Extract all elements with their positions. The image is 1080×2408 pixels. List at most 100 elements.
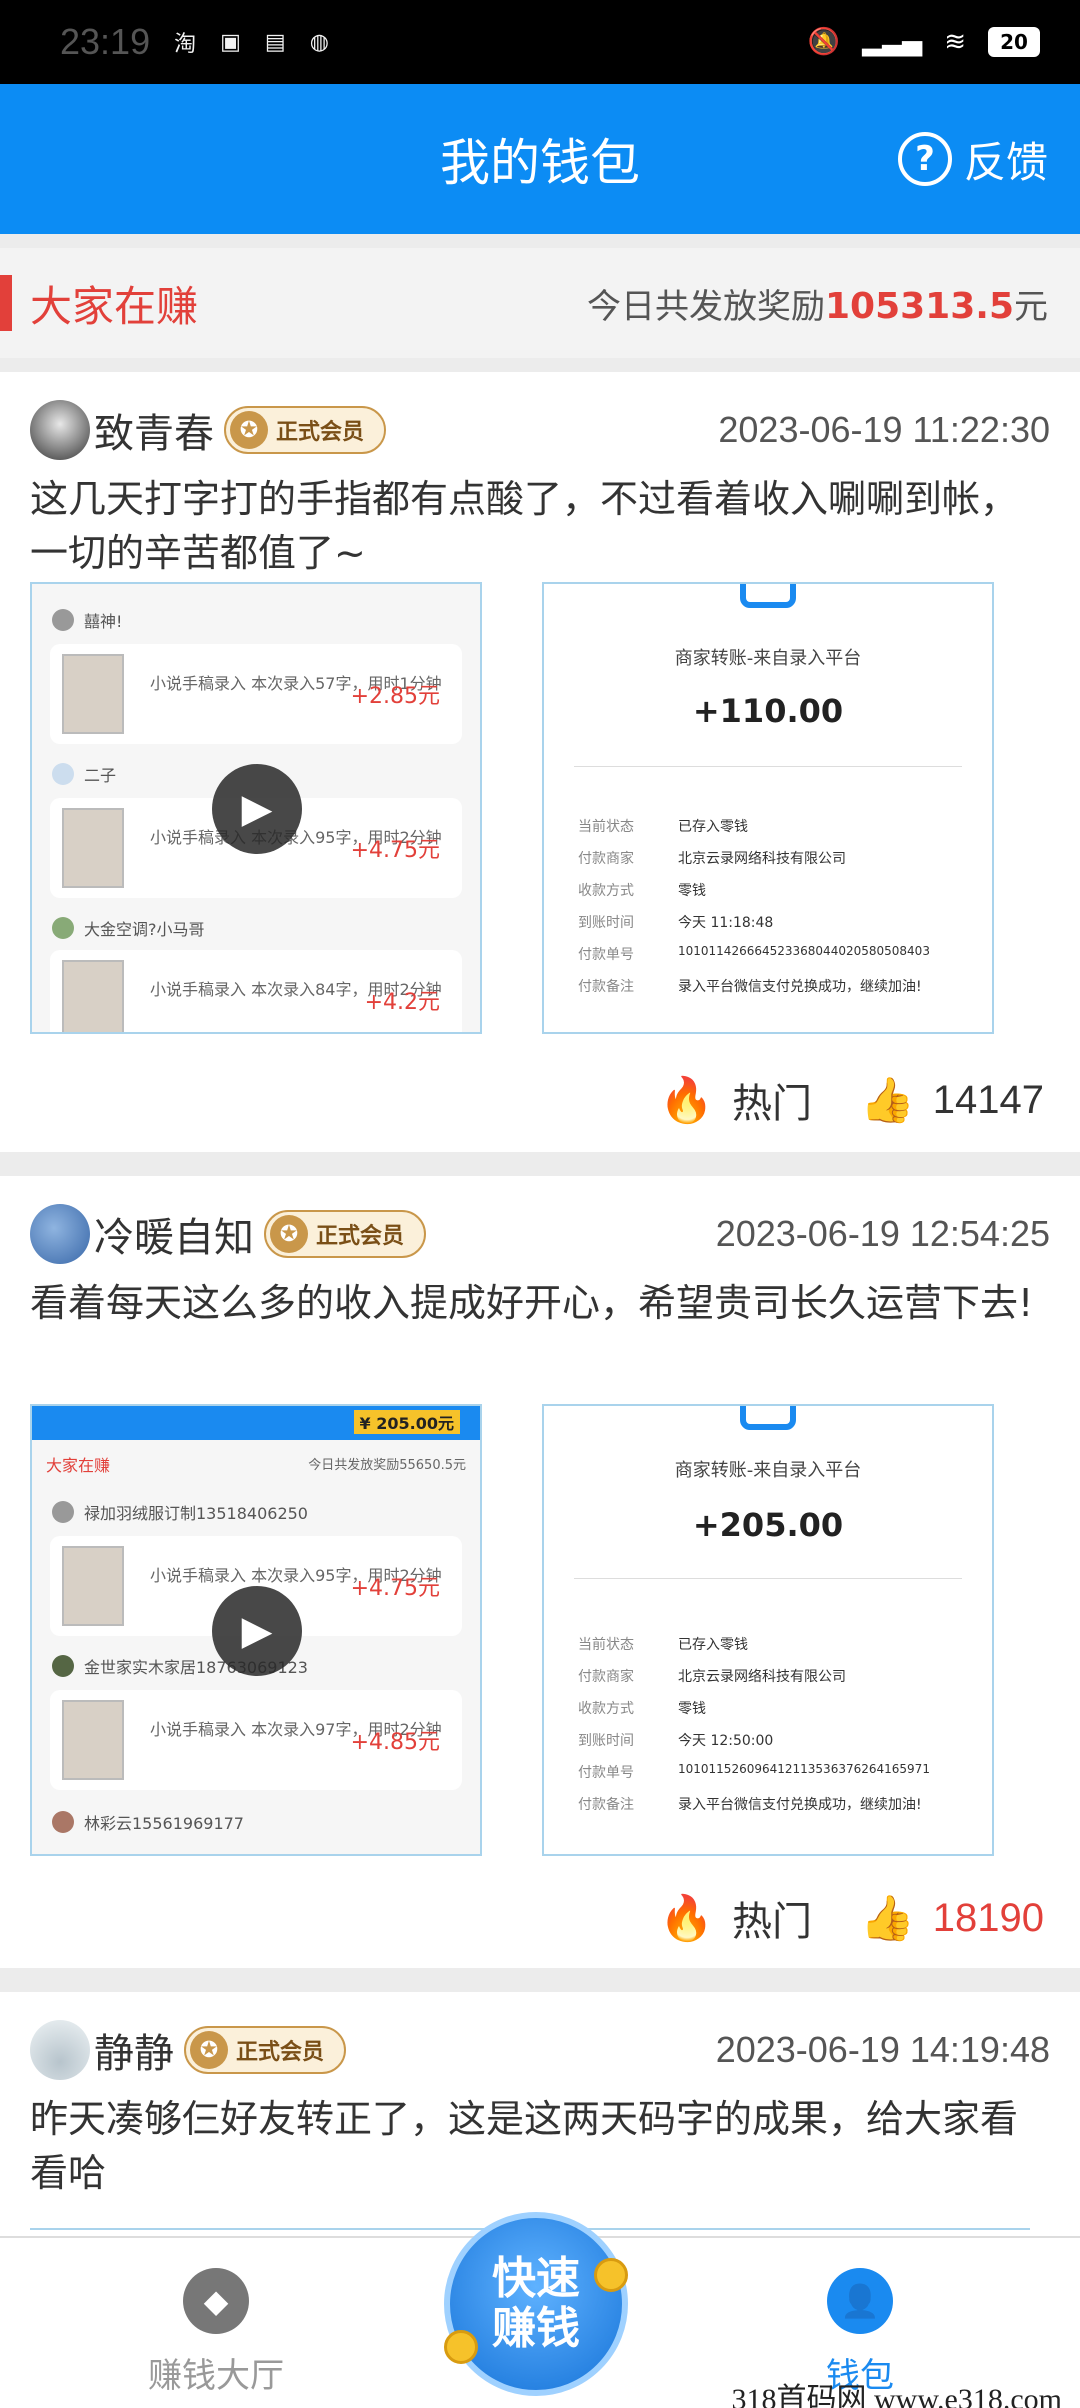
- play-icon[interactable]: ▶: [212, 1586, 302, 1676]
- like-count: 18190: [932, 1895, 1044, 1940]
- wallet-icon: [740, 1406, 796, 1430]
- quick-earn-line1: 快速: [492, 2253, 580, 2304]
- receipt-row: 付款商家 北京云录网络科技有限公司: [578, 1666, 846, 1686]
- receipt-key: 付款商家: [578, 1669, 634, 1685]
- receipt-value: 北京云录网络科技有限公司: [678, 851, 846, 867]
- feed-user-name: 大金空调?小马哥: [84, 920, 205, 939]
- post-content: 这几天打字打的手指都有点酸了，不过看着收入唰唰到帐，一切的辛苦都值了~: [30, 477, 1019, 575]
- feed-row-amount: +4.85元: [350, 1730, 440, 1755]
- receipt-row: 当前状态 已存入零钱: [578, 1634, 748, 1654]
- feed-row: 小说手稿录入 本次录入84字，用时2分钟 +4.2元: [50, 950, 462, 1032]
- medal-icon: ✪: [230, 411, 268, 449]
- app-header: 我的钱包 ? 反馈: [0, 84, 1080, 234]
- receipt-key: 付款备注: [578, 979, 634, 995]
- feed-row-amount: +2.85元: [350, 684, 440, 709]
- medal-icon: ✪: [190, 2031, 228, 2069]
- status-time: 23:19: [60, 21, 151, 62]
- avatar: [52, 1501, 74, 1523]
- post-content: 昨天凑够仨好友转正了，这是这两天码字的成果，给大家看看哈: [30, 2097, 1019, 2195]
- feed-user-name: 囍神!: [84, 612, 123, 631]
- receipt-amount: +205.00: [692, 1506, 844, 1544]
- post-image[interactable]: 商家转账-来自录入平台 +110.00 当前状态 已存入零钱 付款商家 北京云录网络…: [542, 582, 994, 1034]
- badge-label: 正式会员: [236, 2040, 325, 2065]
- receipt-value: 零钱: [678, 1701, 706, 1717]
- receipt-key: 付款单号: [578, 1765, 634, 1781]
- battery-icon: 20: [988, 27, 1040, 57]
- avatar[interactable]: [30, 400, 90, 460]
- signal-icon: ▂▃▄: [862, 27, 923, 57]
- member-badge: ✪ 正式会员: [184, 2026, 347, 2074]
- hot-label: 热门: [731, 1081, 812, 1127]
- status-bar: 23:19 淘 ▣ ▤ ◍ 🔕 ▂▃▄ ≋ 20: [0, 0, 1080, 84]
- post-video-thumbnail[interactable]: ¥ 205.00元 大家在赚 今日共发放奖励55650.5元 禄加羽绒服订制13…: [30, 1404, 482, 1856]
- fire-icon: 🔥: [659, 1075, 714, 1126]
- status-right: 🔕 ▂▃▄ ≋ 20: [808, 27, 1040, 57]
- fire-icon: 🔥: [659, 1893, 714, 1944]
- receipt-value: 零钱: [678, 883, 706, 899]
- feed-row: 小说手稿录入 本次录入97字，用时2分钟 +4.85元: [50, 1690, 462, 1790]
- receipt-caption: 商家转账-来自录入平台: [674, 1460, 862, 1481]
- wifi-icon: ≋: [944, 27, 966, 57]
- avatar[interactable]: [30, 2020, 90, 2080]
- receipt-value: 录入平台微信支付兑换成功，继续加油!: [678, 1797, 922, 1813]
- feedback-button[interactable]: ? 反馈: [897, 84, 1048, 234]
- receipt-value: 10101142666452336804402058050840​3: [678, 944, 930, 958]
- hot-label: 热门: [731, 1899, 812, 1945]
- receipt-value: 今天 11:18:48: [678, 915, 774, 931]
- receipt-row: 付款单号 10101152609641211353637626416597​1: [578, 1762, 930, 1782]
- receipt-key: 到账时间: [578, 915, 634, 931]
- play-icon[interactable]: ▶: [212, 764, 302, 854]
- receipt-key: 当前状态: [578, 819, 634, 835]
- post-user: 冷暖自知 ✪ 正式会员: [30, 1204, 427, 1264]
- post-footer: 🔥 热门 👍 14147: [659, 1070, 1044, 1130]
- post-time: 2023-06-19 12:54:25: [715, 1213, 1050, 1254]
- quick-earn-line2: 赚钱: [492, 2303, 580, 2354]
- screenshot-top-bar: ¥ 205.00元: [32, 1406, 480, 1440]
- receipt-value: 今天 12:50:00: [678, 1733, 774, 1749]
- avatar[interactable]: [30, 1204, 90, 1264]
- feed-row-amount: +4.2元: [364, 990, 440, 1015]
- feed-user: 二子: [52, 754, 116, 794]
- member-badge: ✪ 正式会员: [224, 406, 387, 454]
- earning-label: 大家在赚: [0, 273, 198, 334]
- divider: [574, 1578, 962, 1579]
- receipt-key: 付款备注: [578, 1797, 634, 1813]
- help-icon: ?: [897, 132, 952, 186]
- watermark: 318首码网 www.e318.com: [731, 2383, 1062, 2408]
- box-icon: ▤: [264, 29, 286, 55]
- post-card: 致青春 ✪ 正式会员 2023-06-19 11:22:30 这几天打字打的手指…: [0, 372, 1080, 1152]
- like-button[interactable]: 👍: [860, 1074, 915, 1126]
- receipt-amount: +110.00: [692, 692, 844, 730]
- feed-user: 林彩云15561969177: [52, 1802, 244, 1842]
- screenshot-top-amount: ¥ 205.00元: [353, 1410, 460, 1434]
- post-time: 2023-06-19 14:19:48: [715, 2029, 1050, 2070]
- receipt-value: 北京云录网络科技有限公司: [678, 1669, 846, 1685]
- payment-receipt: 商家转账-来自录入平台 +205.00 当前状态 已存入零钱 付款商家 北京云录网络…: [544, 1406, 992, 1854]
- post-card: 冷暖自知 ✪ 正式会员 2023-06-19 12:54:25 看着每天这么多的…: [0, 1176, 1080, 1968]
- earning-amount: 105313.5: [824, 285, 1014, 327]
- receipt-row: 收款方式 零钱: [578, 880, 706, 900]
- like-button-active[interactable]: 👍: [860, 1892, 915, 1944]
- receipt-value: 录入平台微信支付兑换成功，继续加油!: [678, 979, 922, 995]
- avatar: [52, 763, 74, 785]
- post-video-thumbnail[interactable]: 囍神! 小说手稿录入 本次录入57字，用时1分钟 +2.85元 二子 小说手稿录入…: [30, 582, 482, 1034]
- screenshot-banner: 大家在赚: [46, 1456, 111, 1475]
- feed-row-amount: +4.75元: [350, 1576, 440, 1601]
- earning-prefix: 今日共发放奖励: [586, 286, 825, 327]
- manuscript-thumb: [62, 654, 124, 734]
- nav-earning-hall[interactable]: ◆ 赚钱大厅: [116, 2268, 316, 2397]
- post-image[interactable]: 商家转账-来自录入平台 +205.00 当前状态 已存入零钱 付款商家 北京云录网络…: [542, 1404, 994, 1856]
- manuscript-thumb: [62, 1546, 124, 1626]
- badge-label: 正式会员: [276, 420, 365, 445]
- post-content: 看着每天这么多的收入提成好开心，希望贵司长久运营下去!: [30, 1281, 1034, 1325]
- divider: [574, 766, 962, 767]
- quick-earn-button[interactable]: 快速 赚钱: [444, 2212, 628, 2396]
- leaf-icon: ◍: [309, 29, 329, 55]
- receipt-row: 付款单号 10101142666452336804402058050840​3: [578, 944, 930, 964]
- receipt-row: 到账时间 今天 11:18:48: [578, 912, 773, 932]
- feed-user-name: 二子: [84, 766, 117, 785]
- coin-icon: [594, 2258, 628, 2292]
- post-header: 静静 ✪ 正式会员 2023-06-19 14:19:48: [30, 2018, 1050, 2082]
- feed-user-name: 禄加羽绒服订制13518406250: [84, 1504, 308, 1523]
- post-user: 致青春 ✪ 正式会员: [30, 400, 387, 460]
